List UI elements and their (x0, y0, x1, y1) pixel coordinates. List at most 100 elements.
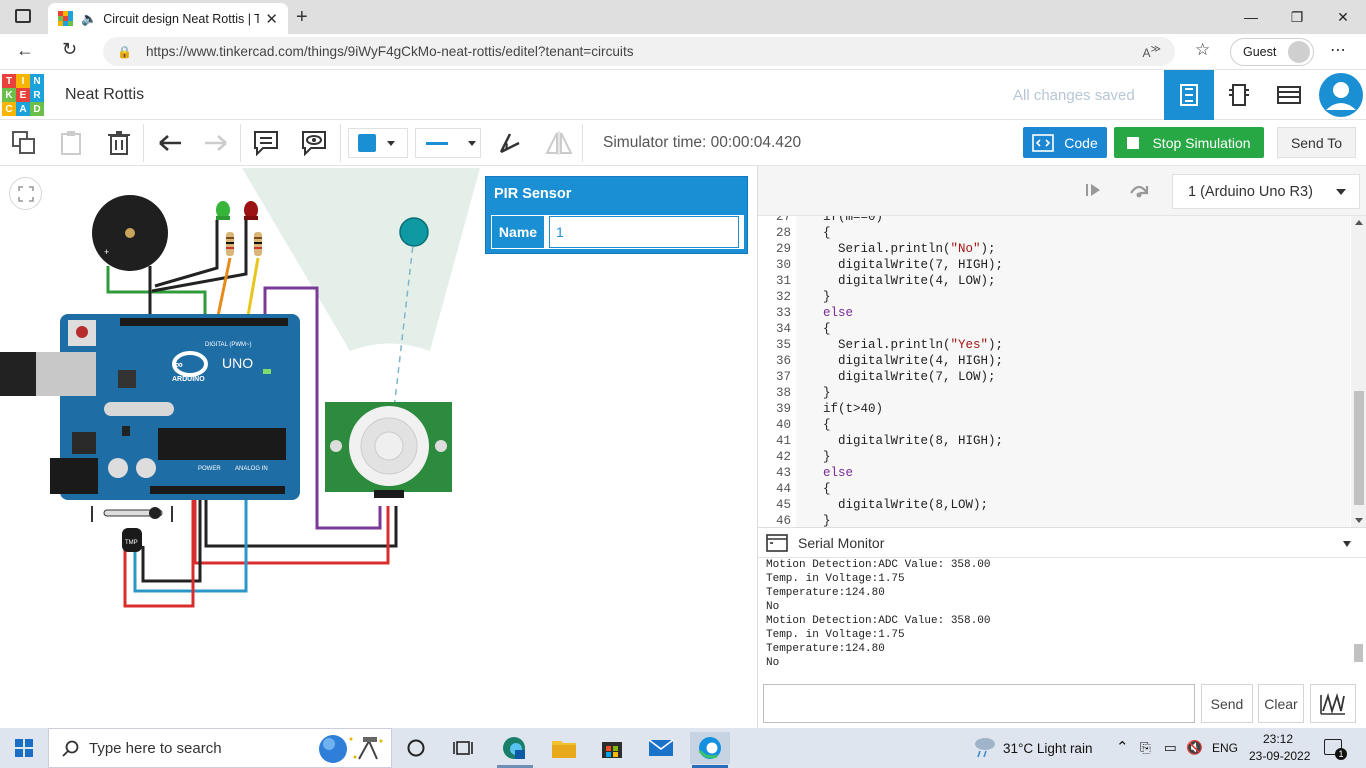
line-number: 33 (775, 306, 791, 320)
serial-input[interactable] (763, 684, 1195, 723)
speaker-icon[interactable]: 🔈 (81, 11, 97, 27)
chevron-down-icon (387, 140, 395, 146)
logo-letter: N (30, 74, 44, 88)
notes-button[interactable] (251, 129, 281, 157)
piezo-buzzer: + (92, 195, 168, 271)
address-bar-row: ← ↻ 🔒 https://www.tinkercad.com/things/9… (0, 34, 1366, 70)
code-line: 34 { (758, 321, 1348, 337)
tinkercad-logo[interactable]: TINKERCAD (2, 74, 44, 116)
paste-button[interactable] (56, 129, 86, 157)
tab-actions-icon[interactable] (15, 9, 31, 23)
url-field[interactable]: 🔒 https://www.tinkercad.com/things/9iWyF… (103, 37, 1175, 66)
code-text: } (823, 386, 831, 400)
name-input[interactable]: 1 (549, 216, 739, 248)
stop-simulation-button[interactable]: Stop Simulation (1114, 127, 1264, 158)
notifications-icon[interactable]: 1 (1324, 739, 1347, 760)
code-button[interactable]: Code (1023, 127, 1107, 158)
code-text: Serial.println("Yes"); (823, 338, 1004, 352)
code-text: digitalWrite(4, HIGH); (823, 354, 1004, 368)
send-button[interactable]: Send (1201, 684, 1253, 723)
chevron-up-icon[interactable]: ⌃ (1116, 738, 1129, 756)
editor-scrollbar[interactable] (1351, 216, 1366, 527)
microsoft-store-icon[interactable] (592, 732, 632, 764)
code-editor[interactable]: 27 if(m==0) 28 {29 Serial.println("No"); 30 … (758, 216, 1366, 527)
clock-date[interactable]: 23-09-2022 (1249, 749, 1310, 763)
color-picker[interactable] (348, 128, 408, 158)
project-title[interactable]: Neat Rottis (65, 86, 144, 104)
back-icon[interactable]: ← (16, 40, 34, 61)
profile-button[interactable]: Guest (1230, 38, 1314, 66)
refresh-icon[interactable]: ↻ (62, 39, 77, 60)
close-window-icon[interactable]: ✕ (1320, 0, 1366, 34)
device-select[interactable]: 1 (Arduino Uno R3) (1172, 174, 1360, 209)
edge-browser-icon[interactable] (690, 732, 730, 764)
more-options-icon[interactable]: ⋯ (1330, 40, 1346, 60)
line-number: 29 (775, 242, 791, 256)
new-tab-icon[interactable]: + (296, 6, 308, 29)
serial-monitor-header[interactable]: Serial Monitor (758, 527, 1366, 558)
taskbar-search-box[interactable]: Type here to search (48, 728, 392, 768)
flip-button[interactable] (544, 129, 574, 157)
chevron-down-icon (1336, 189, 1346, 195)
paste-icon (61, 131, 81, 155)
send-to-button[interactable]: Send To (1277, 127, 1356, 158)
language-indicator[interactable]: ENG (1212, 741, 1238, 755)
browser-tab[interactable]: 🔈 Circuit design Neat Rottis | T ✕ (48, 3, 288, 34)
line-number: 46 (775, 514, 791, 527)
notes-visibility-button[interactable] (299, 129, 329, 157)
windows-start-icon[interactable] (4, 732, 44, 764)
favorites-icon[interactable]: ☆ (1195, 40, 1210, 60)
green-led (216, 201, 230, 220)
logo-letter: K (2, 88, 16, 102)
window-controls: — ❐ ✕ (1228, 0, 1366, 34)
volume-muted-icon[interactable]: 🔇 (1186, 740, 1203, 756)
line-number: 44 (775, 482, 791, 496)
wire-type-picker[interactable] (415, 128, 481, 158)
motion-target-object (399, 217, 429, 247)
clock-time[interactable]: 23:12 (1263, 732, 1293, 746)
name-row: Name 1 (491, 215, 744, 249)
step-into-icon[interactable] (1084, 182, 1102, 203)
serial-output: Motion Detection:ADC Value: 358.00 Temp. … (758, 558, 1366, 676)
minimize-icon[interactable]: — (1228, 0, 1274, 34)
user-avatar-button[interactable] (1316, 70, 1366, 120)
code-text: else (823, 466, 854, 480)
mail-icon[interactable] (641, 732, 681, 764)
redo-button[interactable] (201, 129, 231, 157)
serial-scrollbar-thumb[interactable] (1354, 644, 1363, 662)
circuit-view-button[interactable] (1164, 70, 1214, 120)
windows-taskbar: Type here to search 31°C Light rain ⌃ ⎘ … (0, 728, 1366, 768)
clear-label: Clear (1264, 695, 1298, 712)
component-list-button[interactable] (1264, 70, 1314, 120)
scroll-up-icon[interactable] (1355, 220, 1363, 225)
editor-toolbar: Simulator time: 00:00:04.420 Code Stop S… (0, 120, 1366, 166)
copy-button[interactable] (9, 129, 39, 157)
file-explorer-icon[interactable] (544, 732, 584, 764)
task-view-icon[interactable] (443, 732, 483, 764)
restore-icon[interactable]: ❐ (1274, 0, 1320, 34)
scrollbar-thumb[interactable] (1354, 391, 1364, 505)
code-line: 46} (758, 513, 1348, 527)
rotate-button[interactable] (495, 129, 525, 157)
scroll-down-icon[interactable] (1355, 518, 1363, 523)
delete-button[interactable] (104, 129, 134, 157)
schematic-view-button[interactable] (1214, 70, 1264, 120)
read-aloud-icon[interactable]: A≫ (1143, 44, 1161, 60)
tmp-sensor: TMP (91, 506, 173, 552)
graph-button[interactable] (1310, 684, 1356, 723)
clear-button[interactable]: Clear (1258, 684, 1304, 723)
undo-icon (159, 135, 181, 151)
chevron-down-icon (468, 140, 476, 146)
circuit-canvas[interactable]: + ∞ UNO ARDUINO DIGITAL (PWM~) POWER ANA… (0, 166, 757, 728)
code-line: 35 Serial.println("Yes"); (758, 337, 1348, 353)
step-over-icon[interactable] (1128, 181, 1150, 204)
edge-dev-icon[interactable] (494, 732, 534, 764)
weather-text[interactable]: 31°C Light rain (1003, 741, 1092, 756)
cortana-icon[interactable] (396, 732, 436, 764)
chevron-down-icon[interactable] (1343, 541, 1351, 547)
close-tab-icon[interactable]: ✕ (265, 10, 278, 28)
code-line: 45 digitalWrite(8,LOW); (758, 497, 1348, 513)
battery-icon[interactable]: ▭ (1164, 740, 1177, 756)
network-icon[interactable]: ⎘ (1140, 740, 1151, 756)
undo-button[interactable] (155, 129, 185, 157)
